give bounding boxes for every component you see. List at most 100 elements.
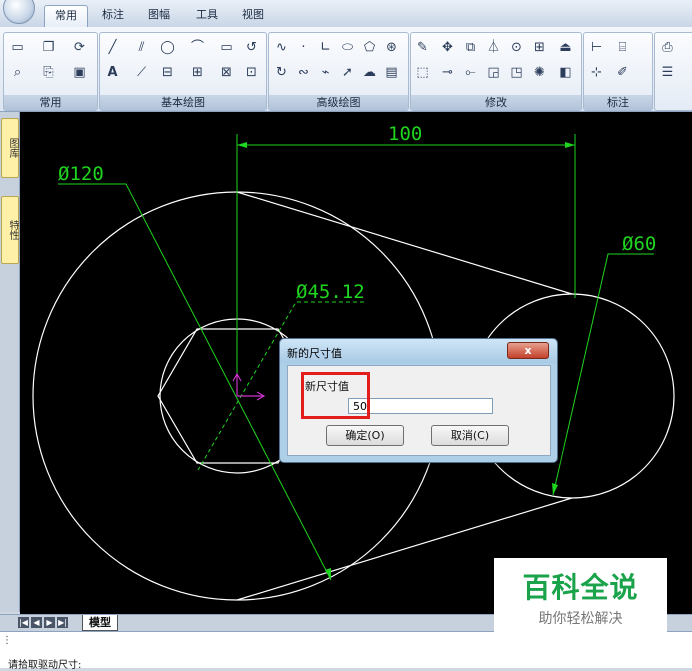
dim-top-arrow-right xyxy=(565,142,575,148)
side-tab-library[interactable]: 图库 xyxy=(1,118,19,178)
panel-title-annotate: 标注 xyxy=(584,95,652,110)
first-layout-button[interactable]: |◀ xyxy=(18,617,29,628)
layer-line-icon[interactable]: ☰ xyxy=(659,64,676,81)
dim-style-icon[interactable]: ⌸ xyxy=(614,39,631,56)
watermark-title: 百科全说 xyxy=(522,571,639,604)
command-prompt: 请拾取驱动尺寸: xyxy=(8,660,82,671)
new-dimension-dialog: 新的尺寸值 x 新尺寸值 确定(O) 取消(C) xyxy=(279,338,558,463)
edit-dim-icon[interactable]: ✐ xyxy=(614,64,631,81)
undo-arc-icon[interactable]: ↺ xyxy=(243,39,260,56)
command-grip-icon: ⋮ xyxy=(2,635,12,646)
new-file-icon[interactable]: ▭ xyxy=(9,39,26,56)
circle-icon[interactable]: ◯ xyxy=(159,39,176,56)
erase-icon[interactable]: ✎ xyxy=(414,39,431,56)
ok-button[interactable]: 确定(O) xyxy=(326,425,404,446)
panel-annotate: ⊢ ⌸ ⊹ ✐ 标注 xyxy=(583,32,653,111)
trim-icon[interactable]: ⊸ xyxy=(439,64,456,81)
watermark-subtitle: 助你轻松解决 xyxy=(538,611,623,627)
cloud-icon[interactable]: ☁ xyxy=(361,64,378,81)
ribbon-tab-bar: 常用 标注 图幅 工具 视图 xyxy=(0,0,692,28)
polyline-icon[interactable]: ⟋ xyxy=(133,64,150,81)
tab-tools[interactable]: 工具 xyxy=(186,5,228,25)
side-tab-properties-label: 特性 xyxy=(7,220,18,240)
dialog-titlebar[interactable]: 新的尺寸值 x xyxy=(280,339,557,363)
select-box-icon[interactable]: ⬚ xyxy=(414,64,431,81)
origin-marker-icon xyxy=(232,372,266,401)
panel-title-basic-draw: 基本绘图 xyxy=(100,95,266,110)
side-tab-properties[interactable]: 特性 xyxy=(1,196,19,264)
array-icon[interactable]: ⊞ xyxy=(531,39,548,56)
move-icon[interactable]: ✥ xyxy=(439,39,456,56)
dim-right-arrow xyxy=(552,483,558,495)
chamfer-icon[interactable]: ◳ xyxy=(508,64,525,81)
linear-dim-icon[interactable]: ⊢ xyxy=(588,39,605,56)
point-icon[interactable]: · xyxy=(295,39,312,56)
parallel-line-icon[interactable]: ⫽ xyxy=(133,39,150,56)
ribbon-toolbar: ▭ ❐ ⟳ ⌕ ⎘ ▣ 常用 ╱ ⫽ ◯ ⌒ ▭ ↺ A ⟋ ⊟ ⊞ ⊠ ⊡ 基… xyxy=(0,27,692,112)
tolerance-icon[interactable]: ⊹ xyxy=(588,64,605,81)
rectangle-icon[interactable]: ▭ xyxy=(218,39,235,56)
explode-icon[interactable]: ✺ xyxy=(531,64,548,81)
app-logo-icon[interactable] xyxy=(3,0,35,24)
mirror-icon[interactable]: ⏃ xyxy=(485,39,502,56)
arc-icon[interactable]: ⌒ xyxy=(189,39,206,56)
arrow-icon[interactable]: ➚ xyxy=(339,64,356,81)
save-icon[interactable]: ▣ xyxy=(71,64,88,81)
wave-icon[interactable]: ∾ xyxy=(295,64,312,81)
zoom-icon[interactable]: ⌕ xyxy=(9,64,26,81)
side-palette: 图库 特性 xyxy=(0,112,20,612)
hatch-icon[interactable]: ⊠ xyxy=(218,64,235,81)
tab-model[interactable]: 模型 xyxy=(82,615,118,631)
panel-modify: ✎ ✥ ⧉ ⏃ ⊙ ⊞ ⏏ ⬚ ⊸ ⟜ ◲ ◳ ✺ ◧ 修改 xyxy=(410,32,582,111)
fillet-icon[interactable]: ◲ xyxy=(485,64,502,81)
block-icon[interactable]: ⊟ xyxy=(159,64,176,81)
polygon-icon[interactable]: ⬠ xyxy=(361,39,378,56)
panel-basic-draw: ╱ ⫽ ◯ ⌒ ▭ ↺ A ⟋ ⊟ ⊞ ⊠ ⊡ 基本绘图 xyxy=(99,32,267,111)
ellipse-icon[interactable]: ⬭ xyxy=(339,39,356,56)
dim-right-text: Ø60 xyxy=(622,233,656,255)
last-layout-button[interactable]: ▶| xyxy=(57,617,68,628)
insert-icon[interactable]: ⊞ xyxy=(189,64,206,81)
panel-title-common: 常用 xyxy=(4,95,97,110)
dim-inner-text: Ø45.12 xyxy=(296,281,365,303)
dim-top-arrow-left xyxy=(237,142,247,148)
copy-object-icon[interactable]: ⧉ xyxy=(462,39,479,56)
tab-annotate[interactable]: 标注 xyxy=(92,5,134,25)
next-layout-button[interactable]: ▶ xyxy=(44,617,55,628)
copy-icon[interactable]: ❐ xyxy=(40,39,57,56)
highlight-annotation xyxy=(301,372,370,419)
tab-view[interactable]: 视图 xyxy=(232,5,274,25)
rotate-draw-icon[interactable]: ↻ xyxy=(273,64,290,81)
layer-icon[interactable]: ⎙ xyxy=(659,39,676,56)
text-icon[interactable]: A xyxy=(104,64,121,81)
table-icon[interactable]: ▤ xyxy=(383,64,400,81)
panel-advanced-draw: ∿ · ∟ ⬭ ⬠ ⊛ ↻ ∾ ⌁ ➚ ☁ ▤ 高级绘图 xyxy=(268,32,409,111)
panel-title-advanced-draw: 高级绘图 xyxy=(269,95,408,110)
paste-icon[interactable]: ⎘ xyxy=(40,64,57,81)
image-icon[interactable]: ⊡ xyxy=(243,64,260,81)
extend-icon[interactable]: ⟜ xyxy=(462,64,479,81)
dim-left-text: Ø120 xyxy=(58,163,104,185)
cancel-button[interactable]: 取消(C) xyxy=(431,425,509,446)
spline-icon[interactable]: ∿ xyxy=(273,39,290,56)
prev-layout-button[interactable]: ◀ xyxy=(31,617,42,628)
tab-sheet[interactable]: 图幅 xyxy=(138,5,180,25)
panel-common: ▭ ❐ ⟳ ⌕ ⎘ ▣ 常用 xyxy=(3,32,98,111)
dialog-title: 新的尺寸值 xyxy=(287,347,342,360)
rotate-icon[interactable]: ⊙ xyxy=(508,39,525,56)
tab-common[interactable]: 常用 xyxy=(44,5,88,27)
dialog-close-button[interactable]: x xyxy=(507,342,549,359)
angle-icon[interactable]: ∟ xyxy=(317,39,334,56)
panel-title-modify: 修改 xyxy=(411,95,581,110)
watermark: 百科全说 助你轻松解决 xyxy=(494,558,667,642)
side-tab-library-label: 图库 xyxy=(7,138,18,158)
line-icon[interactable]: ╱ xyxy=(104,39,121,56)
hatch-pattern-icon[interactable]: ⊛ xyxy=(383,39,400,56)
broken-line-icon[interactable]: ⌁ xyxy=(317,64,334,81)
panel-layers: ⎙ ☰ xyxy=(654,32,692,111)
dim-right-leader xyxy=(552,253,654,496)
stretch-icon[interactable]: ⏏ xyxy=(557,39,574,56)
dialog-body: 新尺寸值 确定(O) 取消(C) xyxy=(287,365,551,456)
refresh-icon[interactable]: ⟳ xyxy=(71,39,88,56)
offset-icon[interactable]: ◧ xyxy=(557,64,574,81)
